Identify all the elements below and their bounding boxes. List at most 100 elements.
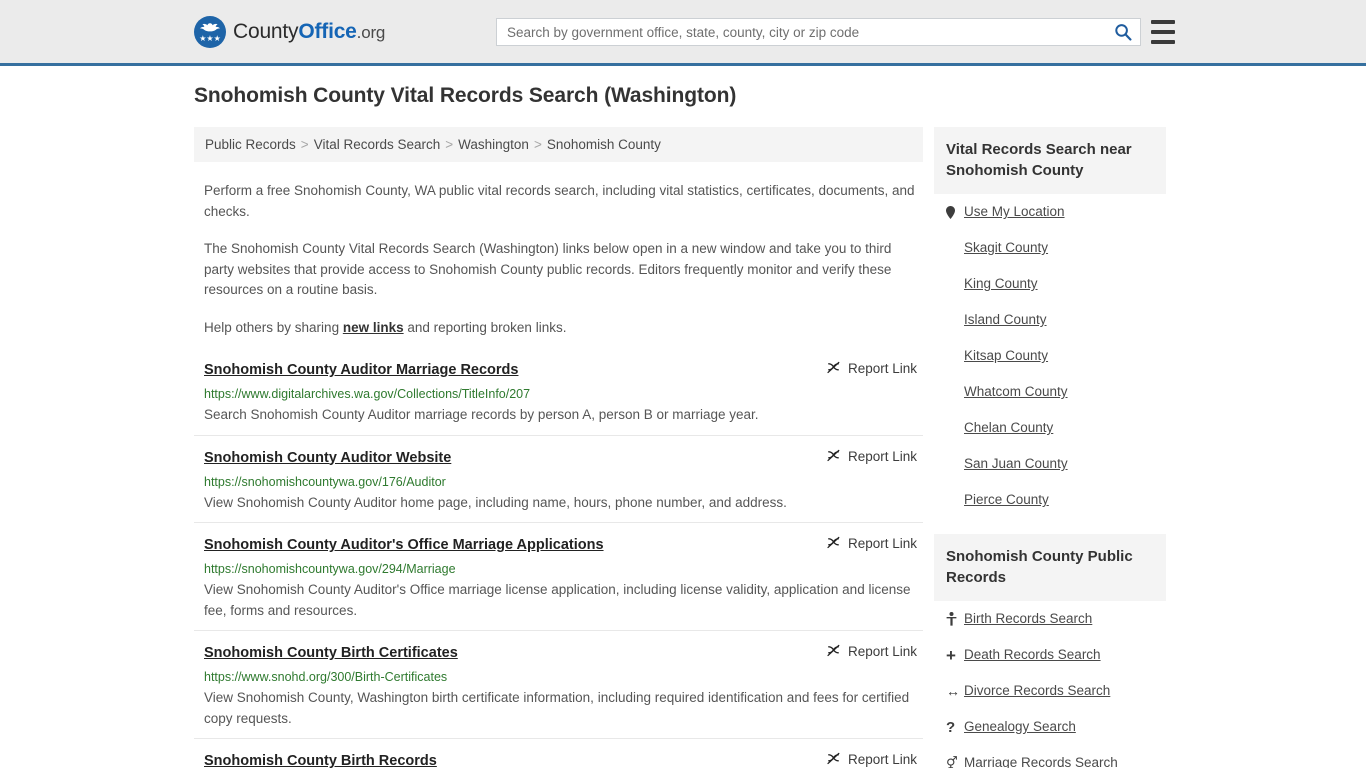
sidebar-item-use-my-location[interactable]: Use My Location bbox=[934, 194, 1166, 230]
baby-icon bbox=[946, 612, 964, 626]
result-url[interactable]: https://snohomishcountywa.gov/176/Audito… bbox=[204, 474, 917, 490]
result-description: View Snohomish County Auditor home page,… bbox=[204, 494, 787, 510]
search-input[interactable] bbox=[497, 19, 1106, 45]
sidebar-item-king-county[interactable]: King County bbox=[934, 266, 1166, 302]
result-item: Snohomish County Auditor Marriage Record… bbox=[194, 360, 923, 436]
result-url[interactable]: https://www.digitalarchives.wa.gov/Colle… bbox=[204, 386, 917, 402]
nearby-county-list: Use My Location Skagit County King Count… bbox=[934, 194, 1166, 518]
sidebar-link-label[interactable]: Birth Records Search bbox=[964, 610, 1092, 628]
question-mark-icon: ? bbox=[946, 718, 956, 736]
sidebar-link-label[interactable]: Skagit County bbox=[964, 239, 1048, 257]
result-url[interactable]: https://snohomishcountywa.gov/294/Marria… bbox=[204, 561, 917, 577]
search-bar bbox=[496, 18, 1141, 46]
intro-paragraph-1: Perform a free Snohomish County, WA publ… bbox=[204, 183, 915, 219]
broken-link-icon bbox=[827, 752, 840, 765]
report-link-label: Report Link bbox=[847, 361, 917, 376]
site-logo[interactable]: ★★★ CountyOffice.org bbox=[194, 15, 385, 48]
result-header: Snohomish County Auditor Marriage Record… bbox=[204, 360, 917, 380]
hamburger-menu-icon bbox=[1151, 40, 1175, 44]
report-link-label: Report Link bbox=[847, 536, 917, 551]
sidebar-link-label[interactable]: Kitsap County bbox=[964, 347, 1048, 365]
intro-paragraph-2: The Snohomish County Vital Records Searc… bbox=[204, 241, 892, 297]
sidebar-link-label[interactable]: San Juan County bbox=[964, 455, 1068, 473]
report-link-button[interactable]: Report Link bbox=[826, 535, 917, 551]
result-title-link[interactable]: Snohomish County Auditor Website bbox=[204, 448, 451, 468]
public-records-box: Snohomish County Public Records Birth Re… bbox=[934, 534, 1166, 768]
page-title: Snohomish County Vital Records Search (W… bbox=[194, 84, 737, 107]
hamburger-menu-icon bbox=[1151, 30, 1175, 34]
sidebar-link-label[interactable]: King County bbox=[964, 275, 1038, 293]
breadcrumb-item-public-records[interactable]: Public Records bbox=[205, 137, 296, 152]
result-description: View Snohomish County Auditor's Office m… bbox=[204, 582, 911, 618]
breadcrumb-item-washington[interactable]: Washington bbox=[458, 137, 529, 152]
result-item: Snohomish County Auditor's Office Marria… bbox=[194, 535, 923, 631]
sidebar-item-genealogy-search[interactable]: ? Genealogy Search bbox=[934, 709, 1166, 745]
result-title-link[interactable]: Snohomish County Auditor Marriage Record… bbox=[204, 360, 518, 380]
breadcrumb-item-vital-records-search[interactable]: Vital Records Search bbox=[314, 137, 441, 152]
public-records-list: Birth Records Search + Death Records Sea… bbox=[934, 601, 1166, 768]
results-list: Snohomish County Auditor Marriage Record… bbox=[194, 360, 923, 768]
search-button[interactable] bbox=[1106, 19, 1140, 45]
report-link-label: Report Link bbox=[847, 448, 917, 464]
county-office-eagle-logo-icon: ★★★ bbox=[194, 15, 226, 48]
sidebar-item-kitsap-county[interactable]: Kitsap County bbox=[934, 338, 1166, 374]
sidebar-item-divorce-records-search[interactable]: ↔ Divorce Records Search bbox=[934, 673, 1166, 709]
result-header: Snohomish County Birth Records Report Li… bbox=[204, 751, 917, 768]
hamburger-menu-button[interactable] bbox=[1151, 20, 1175, 44]
sidebar-item-skagit-county[interactable]: Skagit County bbox=[934, 230, 1166, 266]
brand-bold: Office bbox=[298, 19, 357, 43]
sidebar-link-label[interactable]: Genealogy Search bbox=[964, 718, 1076, 736]
broken-link-icon bbox=[827, 361, 840, 374]
result-title-link[interactable]: Snohomish County Birth Certificates bbox=[204, 643, 458, 663]
breadcrumb-separator: > bbox=[445, 137, 454, 152]
result-header: Snohomish County Auditor's Office Marria… bbox=[204, 535, 917, 555]
sidebar-link-label[interactable]: Whatcom County bbox=[964, 383, 1068, 401]
map-pin-icon bbox=[946, 205, 964, 219]
sidebar-item-pierce-county[interactable]: Pierce County bbox=[934, 482, 1166, 518]
sidebar-link-label[interactable]: Marriage Records Search bbox=[964, 754, 1118, 768]
report-link-button[interactable]: Report Link bbox=[826, 751, 917, 767]
sidebar: Vital Records Search near Snohomish Coun… bbox=[934, 127, 1166, 768]
report-link-label: Report Link bbox=[847, 752, 917, 767]
content-container: Snohomish County Vital Records Search (W… bbox=[194, 84, 1174, 768]
broken-link-icon bbox=[827, 449, 840, 461]
sidebar-item-birth-records-search[interactable]: Birth Records Search bbox=[934, 601, 1166, 637]
new-links-link[interactable]: new links bbox=[343, 320, 404, 335]
sidebar-item-marriage-records-search[interactable]: ⚥ Marriage Records Search bbox=[934, 745, 1166, 768]
sidebar-item-san-juan-county[interactable]: San Juan County bbox=[934, 446, 1166, 482]
sidebar-item-island-county[interactable]: Island County bbox=[934, 302, 1166, 338]
result-title-link[interactable]: Snohomish County Birth Records bbox=[204, 751, 437, 768]
result-header: Snohomish County Birth Certificates Repo… bbox=[204, 643, 917, 663]
result-description: Search Snohomish County Auditor marriage… bbox=[204, 407, 759, 422]
broken-link-icon bbox=[827, 536, 840, 549]
search-icon bbox=[1115, 24, 1132, 41]
nearby-box-heading: Vital Records Search near Snohomish Coun… bbox=[934, 127, 1166, 194]
report-link-button[interactable]: Report Link bbox=[826, 643, 917, 659]
result-url[interactable]: https://www.snohd.org/300/Birth-Certific… bbox=[204, 669, 917, 685]
sidebar-link-label[interactable]: Divorce Records Search bbox=[964, 682, 1110, 700]
result-title-link[interactable]: Snohomish County Auditor's Office Marria… bbox=[204, 535, 604, 555]
sidebar-item-death-records-search[interactable]: + Death Records Search bbox=[934, 637, 1166, 673]
nearby-vital-records-box: Vital Records Search near Snohomish Coun… bbox=[934, 127, 1166, 518]
brand-prefix: County bbox=[233, 19, 299, 43]
sidebar-link-label[interactable]: Use My Location bbox=[964, 203, 1065, 221]
result-item: Snohomish County Birth Records Report Li… bbox=[194, 751, 923, 768]
broken-link-icon bbox=[827, 644, 840, 657]
intro-paragraph-3: Help others by sharing new links and rep… bbox=[204, 318, 917, 339]
site-header: ★★★ CountyOffice.org bbox=[0, 0, 1366, 66]
stars-glyph-icon: ★★★ bbox=[199, 33, 221, 43]
sidebar-link-label[interactable]: Island County bbox=[964, 311, 1047, 329]
report-link-button[interactable]: Report Link bbox=[826, 360, 917, 376]
sidebar-link-label[interactable]: Death Records Search bbox=[964, 646, 1101, 664]
report-link-button[interactable]: Report Link bbox=[826, 448, 917, 464]
sidebar-link-label[interactable]: Chelan County bbox=[964, 419, 1053, 437]
hamburger-menu-icon bbox=[1151, 20, 1175, 24]
sidebar-item-whatcom-county[interactable]: Whatcom County bbox=[934, 374, 1166, 410]
result-header: Snohomish County Auditor Website Report … bbox=[204, 448, 917, 468]
result-description: View Snohomish County, Washington birth … bbox=[204, 690, 910, 726]
result-item: Snohomish County Auditor Website Report … bbox=[194, 448, 923, 523]
breadcrumb-item-snohomish-county[interactable]: Snohomish County bbox=[547, 137, 661, 152]
sidebar-link-label[interactable]: Pierce County bbox=[964, 491, 1049, 509]
public-records-box-heading: Snohomish County Public Records bbox=[934, 534, 1166, 601]
sidebar-item-chelan-county[interactable]: Chelan County bbox=[934, 410, 1166, 446]
